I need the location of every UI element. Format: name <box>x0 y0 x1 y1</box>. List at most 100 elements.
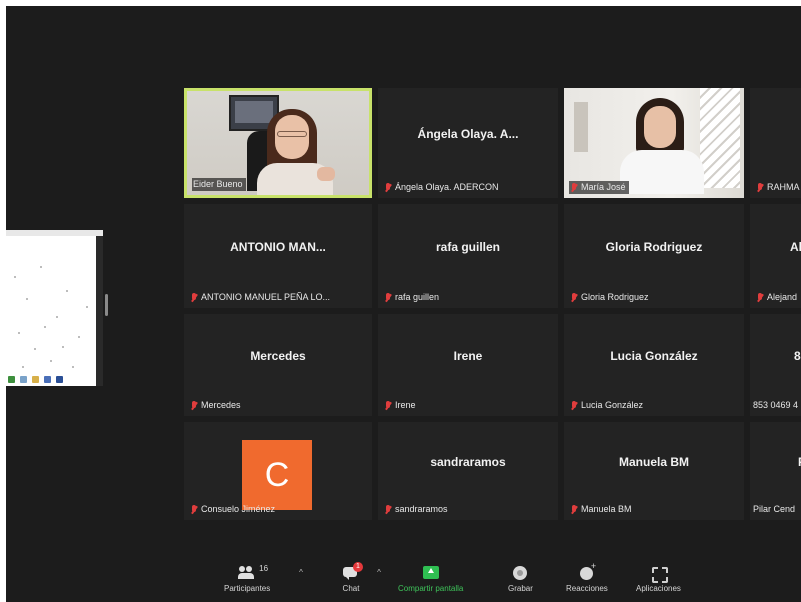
mic-muted-icon <box>190 400 198 411</box>
participants-button[interactable]: 16 Participantes <box>224 564 271 593</box>
shared-screen-speck <box>26 298 28 300</box>
apps-label: Aplicaciones <box>636 584 681 593</box>
participants-caret-icon[interactable]: ^ <box>296 568 306 578</box>
mic-muted-icon <box>384 292 392 303</box>
record-label: Grabar <box>508 584 533 593</box>
participant-name-label: Alejand <box>755 291 800 304</box>
participant-name-label: Mercedes <box>189 399 244 412</box>
participant-display-name: 85 <box>794 349 801 363</box>
mic-muted-icon <box>384 182 392 193</box>
video-tile[interactable]: Lucia González Lucia González <box>564 314 744 416</box>
participants-label: Participantes <box>224 584 271 593</box>
shared-screen-speck <box>50 360 52 362</box>
video-tile[interactable]: Ángela Olaya. A... Ángela Olaya. ADERCON <box>378 88 558 198</box>
video-tile[interactable]: 85 853 0469 4 <box>750 314 801 416</box>
participant-display-name: Ale <box>790 240 801 254</box>
video-tile[interactable]: C Consuelo Jiménez <box>184 422 372 520</box>
chat-icon: 1 <box>342 562 363 580</box>
chat-button[interactable]: 1 Chat <box>342 562 363 593</box>
shared-screen-speck <box>56 316 58 318</box>
mic-muted-icon <box>570 182 578 193</box>
video-tile[interactable]: Gloria Rodriguez Gloria Rodriguez <box>564 204 744 308</box>
video-tile[interactable]: Irene Irene <box>378 314 558 416</box>
share-screen-icon <box>422 566 440 580</box>
participant-display-name: Mercedes <box>250 349 306 363</box>
share-screen-label: Compartir pantalla <box>398 584 464 593</box>
participant-display-name: ANTONIO MAN... <box>230 240 326 254</box>
participant-name-label: Pilar Cend <box>753 504 796 514</box>
chat-caret-icon[interactable]: ^ <box>374 568 384 578</box>
shared-screen-speck <box>22 366 24 368</box>
video-tile[interactable]: Eider Bueno <box>184 88 372 198</box>
participant-name-label: ANTONIO MANUEL PEÑA LO... <box>189 291 333 304</box>
meeting-window: Eider Bueno Ángela Olaya. A... Ángela Ol… <box>6 6 801 602</box>
video-tile[interactable]: sandraramos sandraramos <box>378 422 558 520</box>
reactions-icon <box>578 561 596 580</box>
participant-name-label: 853 0469 4 <box>753 400 799 410</box>
video-tile[interactable]: Ale Alejand <box>750 204 801 308</box>
shared-screen-speck <box>62 346 64 348</box>
mic-muted-icon <box>384 504 392 515</box>
shared-screen-taskbar <box>8 375 91 384</box>
mic-muted-icon <box>570 400 578 411</box>
participant-display-name: sandraramos <box>430 455 506 469</box>
participant-name-label: RAHMA <box>755 181 801 194</box>
participant-name-label: Manuela BM <box>569 503 635 516</box>
shared-screen-edge <box>96 236 103 386</box>
video-tile[interactable]: Mercedes Mercedes <box>184 314 372 416</box>
share-screen-button[interactable]: Compartir pantalla <box>398 566 463 593</box>
chat-label: Chat <box>342 584 360 593</box>
record-button[interactable]: Grabar <box>508 566 533 593</box>
participant-name-label: Consuelo Jiménez <box>189 503 278 516</box>
participant-avatar: C <box>242 440 312 510</box>
record-icon <box>511 566 529 580</box>
mic-muted-icon <box>570 504 578 515</box>
video-tile[interactable]: RAHMA <box>750 88 801 198</box>
shared-screen-thumbnail[interactable] <box>6 230 103 386</box>
video-tile[interactable]: Manuela BM Manuela BM <box>564 422 744 520</box>
participant-display-name: rafa guillen <box>435 240 500 254</box>
participant-name-label: rafa guillen <box>383 291 442 304</box>
mic-muted-icon <box>384 400 392 411</box>
shared-screen-speck <box>18 332 20 334</box>
mic-muted-icon <box>756 182 764 193</box>
mic-muted-icon <box>190 292 198 303</box>
participant-display-name: Ángela Olaya. A... <box>417 127 519 141</box>
participant-name-label: sandraramos <box>383 503 451 516</box>
participant-name-label: Lucia González <box>569 399 646 412</box>
participant-name-label: Ángela Olaya. ADERCON <box>383 181 502 194</box>
chat-unread-badge: 1 <box>353 562 363 572</box>
video-tile[interactable]: María José <box>564 88 744 198</box>
participant-display-name: P <box>750 422 801 502</box>
participant-count: 16 <box>259 564 269 573</box>
gallery-grid: Eider Bueno Ángela Olaya. A... Ángela Ol… <box>184 88 801 520</box>
participant-name-label: Eider Bueno <box>192 178 246 191</box>
shared-screen-speck <box>66 290 68 292</box>
shared-screen-speck <box>14 276 16 278</box>
participant-display-name: Irene <box>453 349 483 363</box>
reactions-label: Reacciones <box>566 584 608 593</box>
participants-icon: 16 <box>238 564 268 580</box>
mic-muted-icon <box>756 292 764 303</box>
apps-icon <box>649 566 669 583</box>
meeting-toolbar: 16 Participantes ^ 1 Chat ^ Compartir pa… <box>6 561 801 602</box>
video-tile[interactable]: P Pilar Cend <box>750 422 801 520</box>
participant-display-name: Manuela BM <box>618 455 689 469</box>
participant-name-label: María José <box>569 181 629 194</box>
shared-screen-speck <box>44 326 46 328</box>
video-tile[interactable]: ANTONIO MAN... ANTONIO MANUEL PEÑA LO... <box>184 204 372 308</box>
shared-screen-speck <box>72 366 74 368</box>
mic-muted-icon <box>570 292 578 303</box>
shared-screen-speck <box>34 348 36 350</box>
panel-resize-handle[interactable] <box>105 294 108 316</box>
participant-display-name: Lucia González <box>610 349 698 363</box>
shared-screen-speck <box>40 266 42 268</box>
participant-display-name: Gloria Rodriguez <box>605 240 703 254</box>
apps-button[interactable]: Aplicaciones <box>636 566 681 593</box>
video-tile[interactable]: rafa guillen rafa guillen <box>378 204 558 308</box>
participant-name-label: Gloria Rodriguez <box>569 291 652 304</box>
participant-name-label: Irene <box>383 399 419 412</box>
reactions-button[interactable]: Reacciones <box>566 561 608 593</box>
mic-muted-icon <box>190 504 198 515</box>
shared-screen-speck <box>78 336 80 338</box>
